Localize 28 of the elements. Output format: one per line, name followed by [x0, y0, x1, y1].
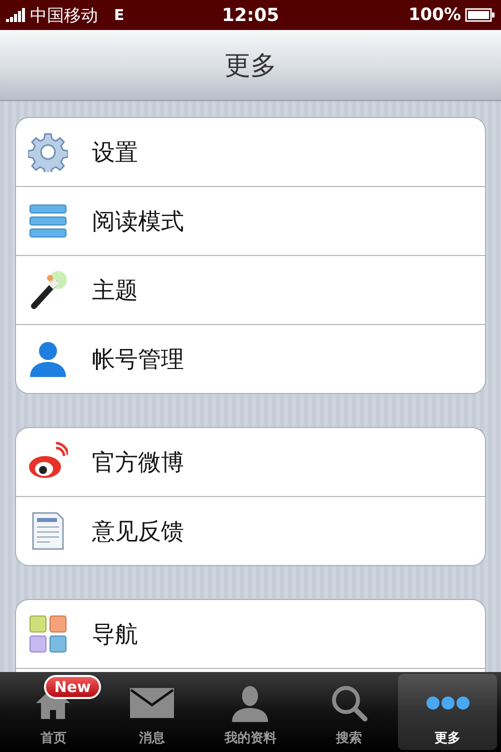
menu-item[interactable]: 帐号管理: [16, 325, 485, 393]
carrier-name: 中国移动: [30, 4, 98, 26]
page-title: 更多: [224, 50, 276, 82]
signal-icon: [6, 8, 26, 22]
menu-item[interactable]: 阅读模式: [16, 187, 485, 256]
battery-icon: [465, 8, 495, 22]
menu-item[interactable]: 设置: [16, 118, 485, 187]
gear-icon: [28, 132, 68, 172]
grid-icon: [28, 614, 68, 654]
search-icon: [330, 684, 368, 722]
tab[interactable]: New 首页: [4, 674, 103, 750]
menu-item[interactable]: 导航: [16, 600, 485, 669]
magic-wand-icon: [28, 270, 68, 310]
menu-item[interactable]: 官方微博: [16, 428, 485, 497]
person-icon: [28, 339, 68, 379]
tab[interactable]: 搜索: [300, 674, 398, 750]
menu-item[interactable]: 主题: [16, 256, 485, 325]
network-type: E: [114, 6, 124, 24]
status-time: 12:05: [222, 4, 280, 26]
tab[interactable]: 消息: [102, 674, 202, 750]
battery-percent: 100%: [408, 5, 461, 25]
person-icon: [230, 684, 270, 722]
mail-icon: [128, 687, 175, 719]
tab[interactable]: 我的资料: [201, 674, 300, 750]
new-badge: New: [44, 675, 101, 699]
menu-item[interactable]: 意见反馈: [16, 497, 485, 565]
more-icon: [424, 695, 471, 711]
tab[interactable]: 更多: [398, 674, 497, 750]
